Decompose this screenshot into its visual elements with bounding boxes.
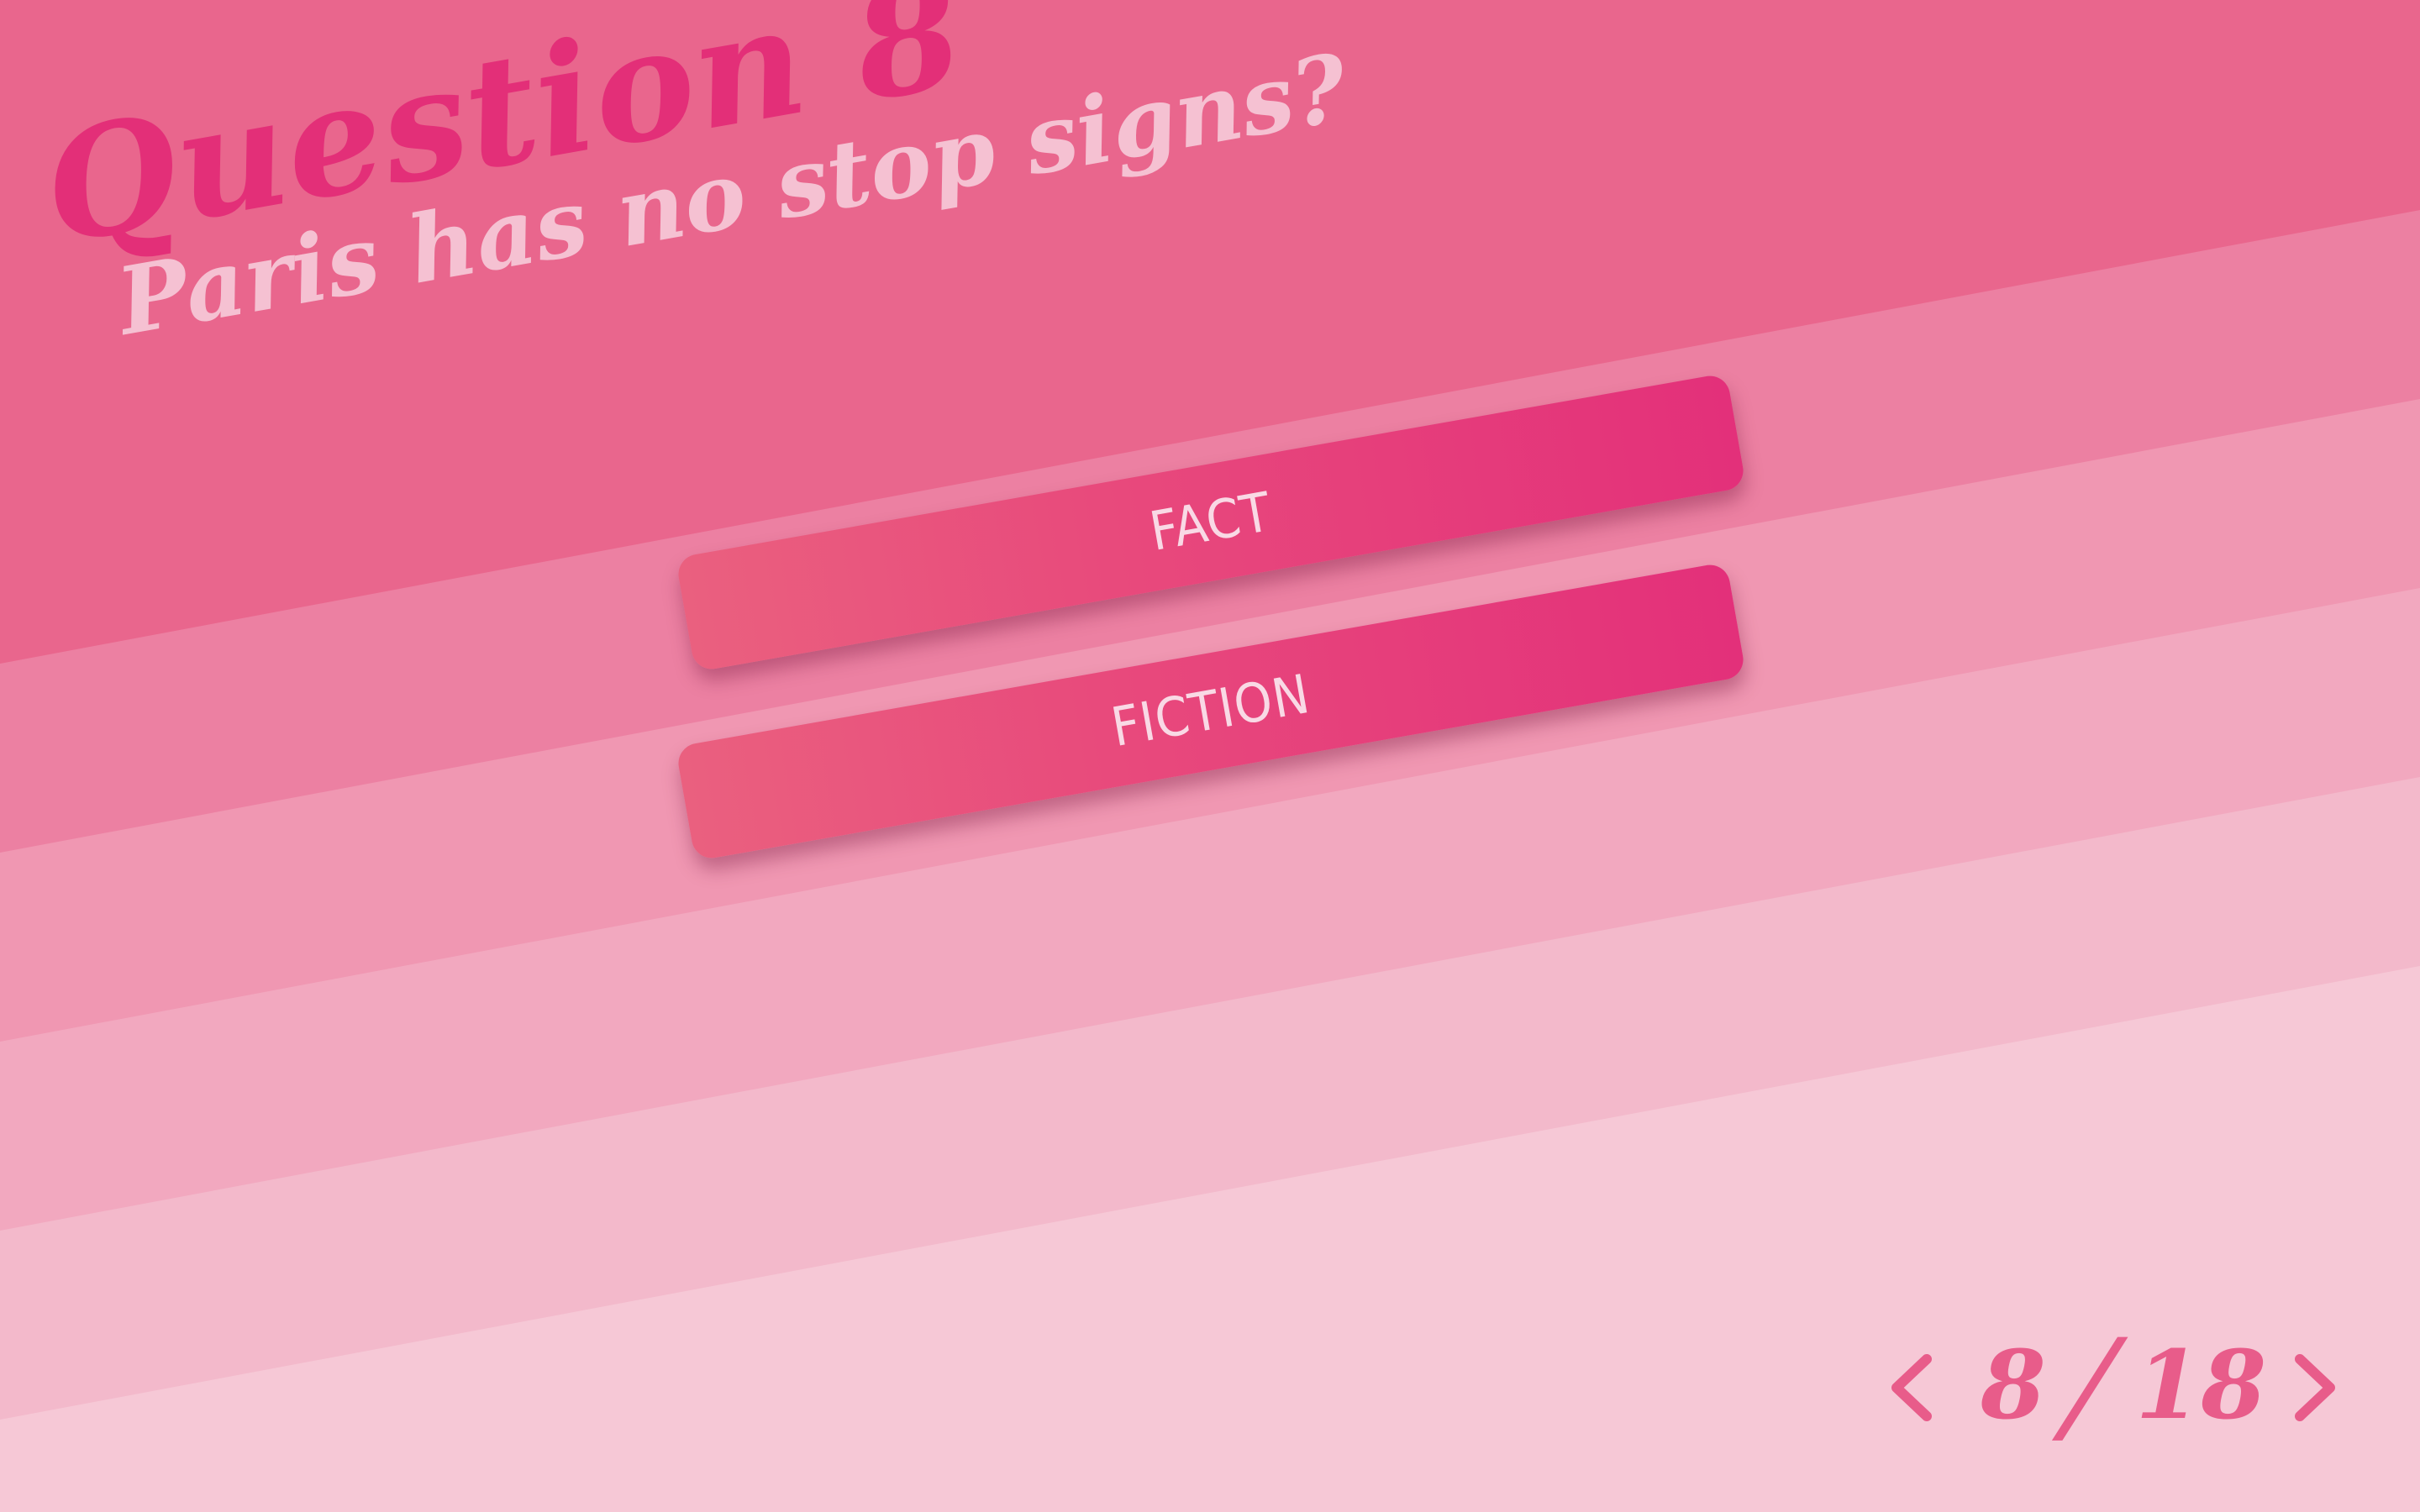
- current-page-number: 8: [1980, 1331, 2046, 1441]
- quiz-screen: Question 8 Paris has no stop signs? FACT…: [0, 0, 2420, 1512]
- page-separator: /: [2045, 1313, 2136, 1459]
- total-page-count: 18: [2135, 1331, 2267, 1441]
- next-question-button[interactable]: [2278, 1347, 2349, 1428]
- previous-question-button[interactable]: [1878, 1347, 1949, 1428]
- page-indicator: 8 / 18: [1981, 1313, 2266, 1459]
- chevron-left-icon: [1891, 1354, 1932, 1421]
- chevron-right-icon: [2295, 1354, 2335, 1421]
- pagination: 8 / 18: [1878, 1313, 2349, 1459]
